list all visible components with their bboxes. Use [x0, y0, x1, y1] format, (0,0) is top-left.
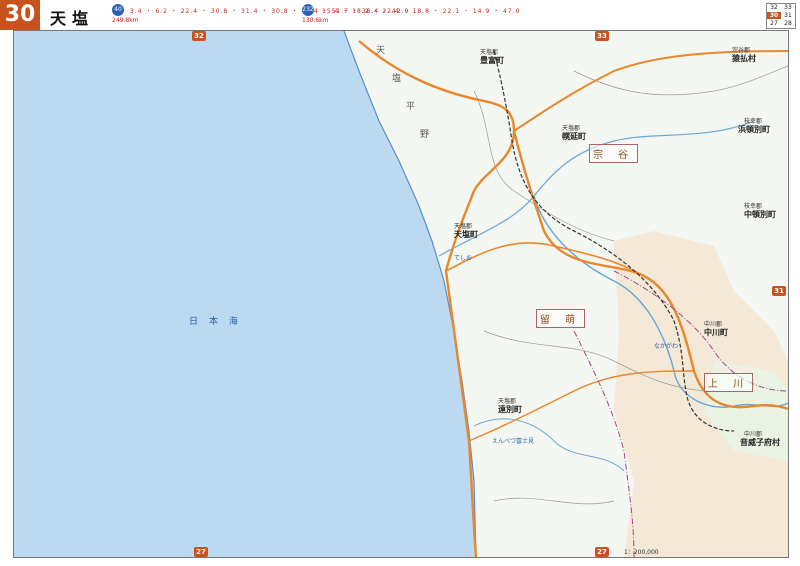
adjacent-page-bottom-right[interactable]: 27	[595, 547, 609, 557]
page-number: 30	[0, 0, 40, 30]
route-length: 249.8km	[112, 17, 139, 24]
index-page[interactable]: 27	[767, 20, 781, 27]
index-page[interactable]: 33	[781, 4, 795, 11]
route-distances: 15.4 ・ 18.2 ・ 22.4 ・ 18.8 ・ 22.1 ・ 14.9 …	[322, 8, 521, 15]
route-length: 130.6km	[302, 17, 329, 24]
adjacent-page-bottom-left[interactable]: 27	[194, 547, 208, 557]
town-name: 中頓別町	[744, 210, 776, 219]
route-shield-icon: 40	[112, 4, 124, 16]
sea-label: 日 本 海	[189, 317, 242, 327]
adjacent-page-right[interactable]: 31	[772, 286, 786, 296]
adjacent-page-top-left[interactable]: 32	[192, 31, 206, 41]
town-name: 猿払村	[732, 54, 756, 63]
town-name: 音威子府村	[740, 438, 780, 447]
page-index-map[interactable]: 32 33 30 31 27 28	[766, 3, 796, 29]
plain-label: 塩	[392, 74, 402, 84]
index-page[interactable]: 28	[781, 20, 795, 27]
town-name: 天塩町	[454, 230, 478, 239]
index-page[interactable]: 31	[781, 12, 795, 19]
plain-label: 平	[406, 102, 416, 112]
route-shield-icon: 232	[302, 4, 314, 16]
region-label: 上 川	[704, 373, 754, 392]
region-label: 留 萌	[536, 309, 586, 328]
station-label: なかがわ	[654, 343, 679, 350]
map-frame[interactable]: 日 本 海 天 塩 平 野 宗 谷 留 萌 上 川 天塩郡 豊富町 天塩郡 幌延…	[13, 30, 789, 558]
plain-label: 天	[376, 46, 386, 56]
town-name: 幌延町	[562, 132, 586, 141]
index-page[interactable]: 32	[767, 4, 781, 11]
station-label: えんべつ富士見	[492, 438, 535, 445]
map-canvas	[14, 31, 788, 557]
town-name: 浜頓別町	[738, 125, 770, 134]
town-name: 中川町	[704, 328, 728, 337]
index-page-current: 30	[767, 12, 781, 19]
page-header: 30 天塩 40 249.8km 3.4 ・ 6.2 ・ 22.4 ・ 30.8…	[0, 0, 800, 30]
town-name: 豊富町	[480, 56, 504, 65]
town-name: 遠別町	[498, 405, 522, 414]
region-label: 宗 谷	[589, 144, 639, 163]
plain-label: 野	[420, 130, 430, 140]
station-label: てしお	[454, 255, 473, 262]
adjacent-page-top-right[interactable]: 33	[595, 31, 609, 41]
page-title: 天塩	[50, 9, 95, 28]
map-scale: 1：200,000	[624, 549, 659, 556]
